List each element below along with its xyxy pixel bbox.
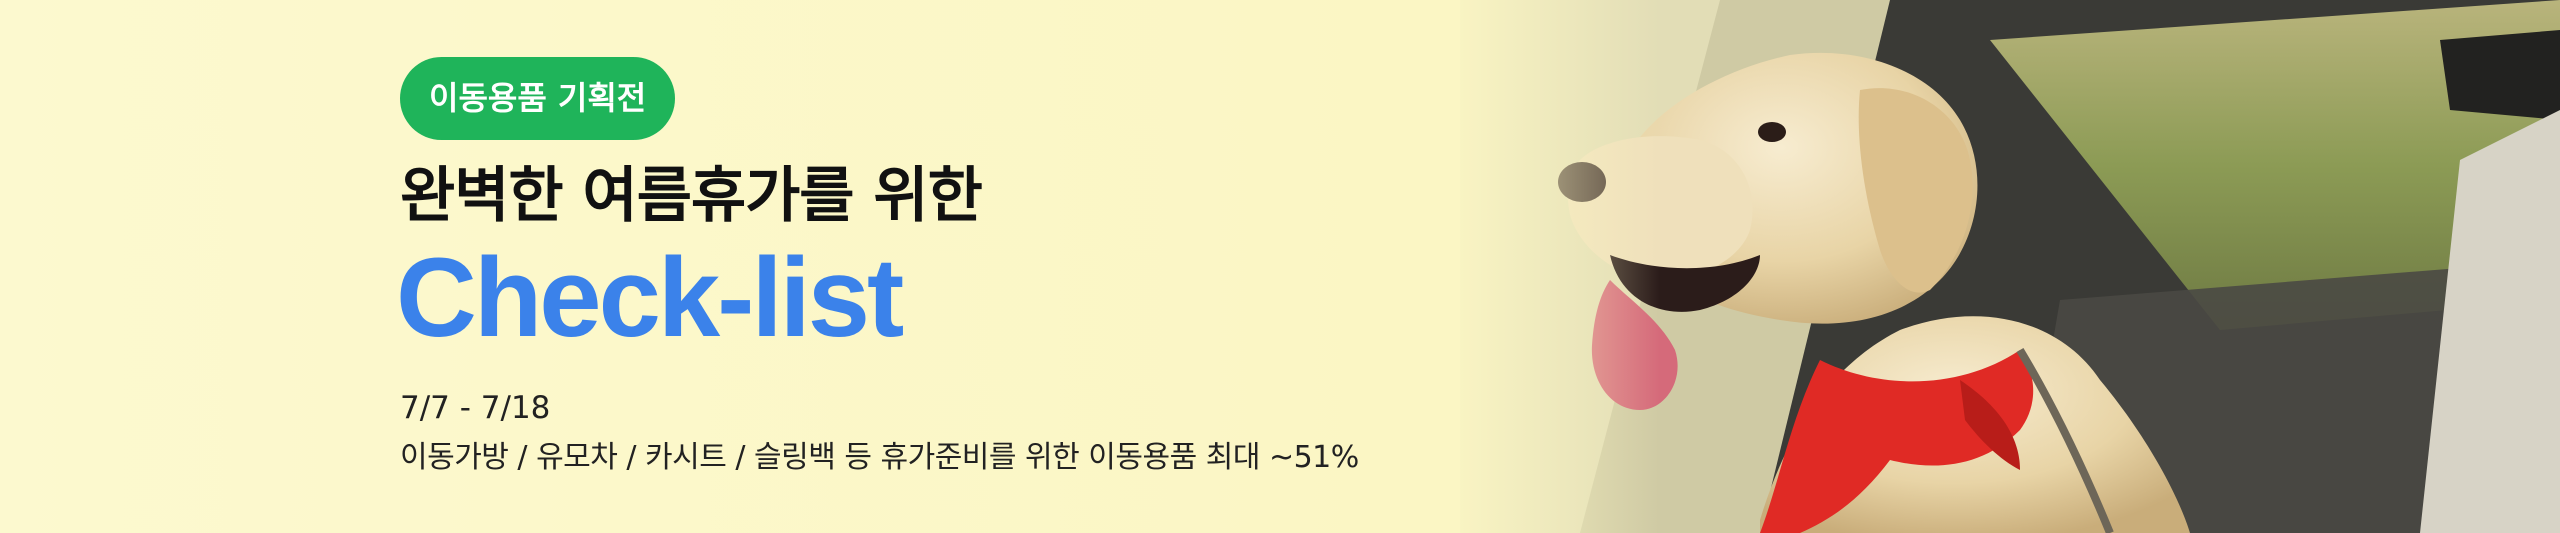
- event-description: 이동가방 / 유모차 / 카시트 / 슬링백 등 휴가준비를 위한 이동용품 최…: [400, 440, 1359, 475]
- event-date-range: 7/7 - 7/18: [400, 390, 551, 426]
- photo-fade-overlay: [1440, 0, 1660, 533]
- event-badge: 이동용품 기획전: [400, 57, 676, 140]
- banner-title: Check-list: [396, 235, 904, 360]
- promo-banner[interactable]: 이동용품 기획전 완벽한 여름휴가를 위한 Check-list 7/7 - 7…: [0, 0, 2560, 533]
- banner-headline: 완벽한 여름휴가를 위한: [400, 161, 983, 231]
